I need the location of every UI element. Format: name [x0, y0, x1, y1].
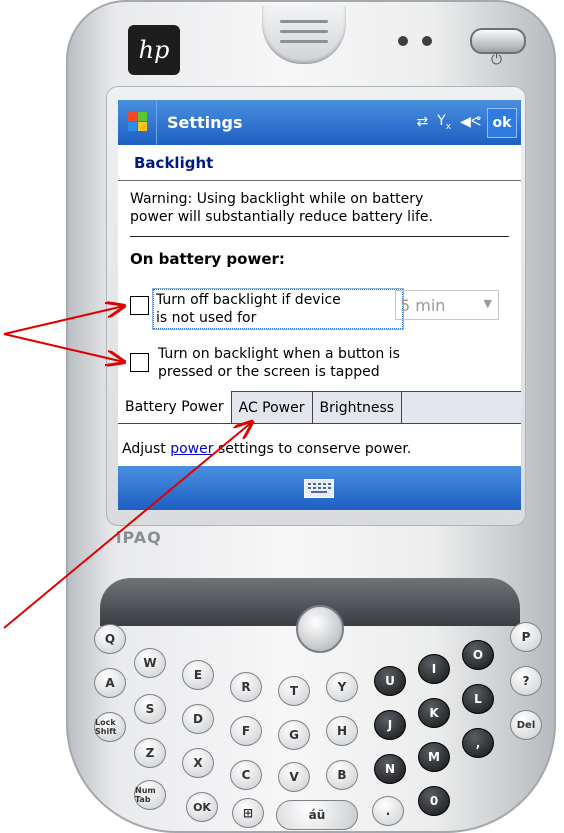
- key-num-tab[interactable]: Num Tab: [134, 780, 166, 810]
- key-o[interactable]: O: [462, 640, 494, 670]
- key-v[interactable]: V: [278, 762, 310, 792]
- status-led: [398, 36, 408, 46]
- turn-off-backlight-label[interactable]: Turn off backlight if device is not used…: [152, 288, 404, 330]
- label-line: Turn off backlight if device: [156, 292, 341, 308]
- footer-prefix: Adjust: [122, 441, 171, 457]
- key-x[interactable]: X: [182, 748, 214, 778]
- key-question[interactable]: ?: [510, 666, 542, 696]
- power-settings-link[interactable]: power: [170, 441, 213, 457]
- speaker-grille: [262, 6, 346, 64]
- key-space[interactable]: áü: [276, 800, 358, 830]
- option-turn-off-backlight: Turn off backlight if device is not used…: [130, 288, 404, 330]
- warning-line: Warning: Using backlight while on batter…: [130, 191, 424, 207]
- key-zero[interactable]: 0: [418, 786, 450, 816]
- key-t[interactable]: T: [278, 676, 310, 706]
- device-screen: Settings ⇄ Yx ◀ᕙ ok Backlight Warning: U…: [118, 100, 521, 510]
- key-q[interactable]: Q: [94, 624, 126, 654]
- key-y[interactable]: Y: [326, 672, 358, 702]
- power-icon: ⏻: [491, 52, 503, 68]
- key-period[interactable]: .: [372, 796, 404, 826]
- menu-bar: [118, 466, 521, 510]
- key-c[interactable]: C: [230, 760, 262, 790]
- navigation-pad[interactable]: [296, 605, 344, 653]
- status-led: [422, 36, 432, 46]
- key-h[interactable]: H: [326, 716, 358, 746]
- turn-on-backlight-label[interactable]: Turn on backlight when a button is press…: [158, 345, 400, 381]
- connectivity-icon[interactable]: ⇄: [416, 114, 428, 130]
- key-delete[interactable]: Del: [510, 710, 542, 740]
- signal-off-icon[interactable]: Yx: [437, 113, 451, 132]
- key-f[interactable]: F: [230, 716, 262, 746]
- chevron-down-icon: ▼: [483, 297, 492, 310]
- key-s[interactable]: S: [134, 694, 166, 724]
- label-line: pressed or the screen is tapped: [158, 364, 380, 380]
- tab-brightness[interactable]: Brightness: [313, 392, 403, 423]
- key-g[interactable]: G: [278, 720, 310, 750]
- tab-strip: Battery Power AC Power Brightness: [118, 391, 521, 424]
- hp-logo: hp: [128, 25, 180, 75]
- title-bar: Settings ⇄ Yx ◀ᕙ ok: [118, 100, 521, 145]
- key-i[interactable]: I: [418, 654, 450, 684]
- warning-line: power will substantially reduce battery …: [130, 209, 433, 225]
- page-title: Backlight: [134, 153, 214, 172]
- key-k[interactable]: K: [418, 698, 450, 728]
- power-button[interactable]: [470, 28, 526, 54]
- label-line: is not used for: [156, 310, 257, 326]
- key-e[interactable]: E: [182, 660, 214, 690]
- footer-suffix: settings to conserve power.: [213, 441, 412, 457]
- key-b[interactable]: B: [326, 760, 358, 790]
- key-w[interactable]: W: [134, 648, 166, 678]
- page-header: Backlight: [118, 145, 521, 181]
- ok-button[interactable]: ok: [487, 107, 517, 138]
- key-l[interactable]: L: [462, 684, 494, 714]
- option-turn-on-backlight: Turn on backlight when a button is press…: [130, 345, 400, 381]
- key-a[interactable]: A: [94, 668, 126, 698]
- key-windows[interactable]: ⊞: [232, 798, 264, 828]
- speaker-icon[interactable]: ◀ᕙ: [460, 114, 481, 130]
- key-u[interactable]: U: [374, 666, 406, 696]
- timeout-value: 5 min: [400, 295, 446, 315]
- backlight-timeout-select[interactable]: 5 min ▼: [395, 290, 499, 320]
- key-lock-shift[interactable]: Lock Shift: [94, 712, 126, 742]
- key-z[interactable]: Z: [134, 738, 166, 768]
- tab-ac-power[interactable]: AC Power: [232, 392, 313, 423]
- key-d[interactable]: D: [182, 704, 214, 734]
- section-heading: On battery power:: [130, 250, 285, 268]
- warning-text: Warning: Using backlight while on batter…: [130, 190, 509, 237]
- turn-on-backlight-checkbox[interactable]: [130, 353, 149, 372]
- app-title: Settings: [167, 113, 243, 132]
- model-label: iPAQ: [116, 528, 162, 547]
- footer-hint: Adjust power settings to conserve power.: [122, 441, 411, 457]
- key-n[interactable]: N: [374, 754, 406, 784]
- key-comma[interactable]: ,: [462, 728, 494, 758]
- key-p[interactable]: P: [510, 622, 542, 652]
- turn-off-backlight-checkbox[interactable]: [130, 296, 149, 315]
- key-m[interactable]: M: [418, 742, 450, 772]
- start-button[interactable]: [118, 100, 157, 145]
- key-ok[interactable]: OK: [186, 792, 218, 822]
- tab-battery-power[interactable]: Battery Power: [118, 391, 232, 423]
- key-j[interactable]: J: [374, 710, 406, 740]
- key-r[interactable]: R: [230, 672, 262, 702]
- label-line: Turn on backlight when a button is: [158, 346, 400, 362]
- keyboard-icon[interactable]: [304, 479, 334, 498]
